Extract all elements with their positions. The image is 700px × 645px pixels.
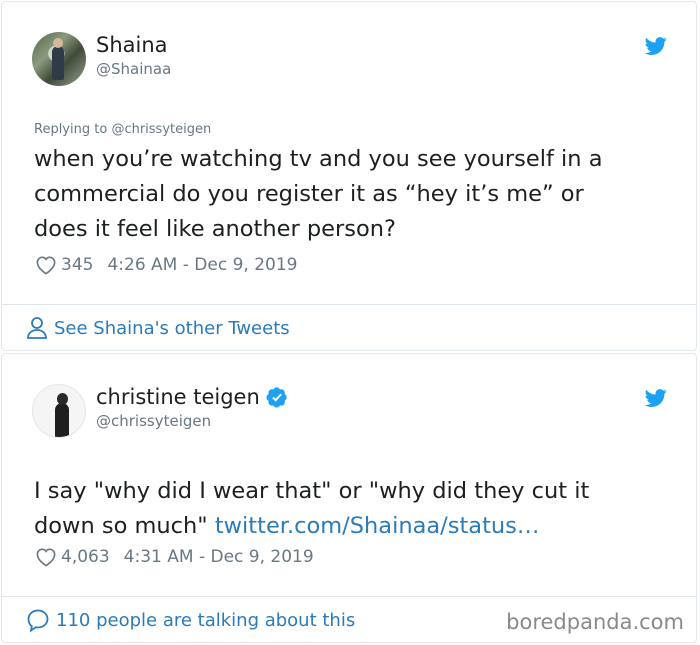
footer-link-label: See Shaina's other Tweets <box>54 317 290 339</box>
heart-icon[interactable] <box>35 255 57 275</box>
timestamp[interactable]: 4:26 AM - Dec 9, 2019 <box>107 255 297 275</box>
speech-bubble-icon <box>27 609 49 632</box>
author-handle[interactable]: @chrissyteigen <box>96 412 211 430</box>
author-handle[interactable]: @Shainaa <box>96 60 171 78</box>
replying-prefix: Replying to <box>34 122 108 137</box>
tweet-text: I say "why did I wear that" or "why did … <box>34 474 589 544</box>
tweet-link[interactable]: twitter.com/Shainaa/status… <box>215 513 540 539</box>
replying-to: Replying to @chrissyteigen <box>34 122 211 137</box>
tweet-card-chrissy: christine teigen @chrissyteigen I say "w… <box>1 353 697 643</box>
tweet-text-line: when you’re watching tv and you see your… <box>34 146 603 172</box>
timestamp[interactable]: 4:31 AM - Dec 9, 2019 <box>124 547 314 567</box>
tweet-meta: 4,063 4:31 AM - Dec 9, 2019 <box>35 547 314 567</box>
like-count[interactable]: 4,063 <box>61 547 110 567</box>
person-icon <box>27 317 47 339</box>
conversation-link[interactable]: 110 people are talking about this <box>26 608 355 632</box>
divider <box>2 304 696 305</box>
verified-badge-icon <box>266 387 287 408</box>
avatar[interactable] <box>32 384 86 438</box>
heart-icon[interactable] <box>35 547 57 567</box>
replying-handle[interactable]: @chrissyteigen <box>111 122 211 137</box>
tweet-text-line: I say "why did I wear that" or "why did … <box>34 478 590 504</box>
author-name[interactable]: christine teigen <box>96 385 288 409</box>
tweet-text-line: down so much" twitter.com/Shainaa/status… <box>34 509 589 544</box>
tweet-text-line: does it feel like another person? <box>34 216 396 242</box>
tweet-meta: 345 4:26 AM - Dec 9, 2019 <box>35 255 297 275</box>
twitter-bird-icon[interactable] <box>643 35 669 57</box>
tweet-text: when you’re watching tv and you see your… <box>34 142 603 247</box>
tweet-text-segment: down so much" <box>34 513 215 539</box>
author-name-text: christine teigen <box>96 385 260 409</box>
footer-link-label: 110 people are talking about this <box>56 609 356 631</box>
author-name[interactable]: Shaina <box>96 33 168 57</box>
twitter-bird-icon[interactable] <box>643 387 669 409</box>
see-other-tweets-link[interactable]: See Shaina's other Tweets <box>26 316 290 340</box>
like-count[interactable]: 345 <box>61 255 93 275</box>
avatar[interactable] <box>32 32 86 86</box>
tweet-card-shaina: Shaina @Shainaa Replying to @chrissyteig… <box>1 1 697 351</box>
divider <box>2 596 696 597</box>
watermark: boredpanda.com <box>506 610 684 634</box>
tweet-text-line: commercial do you register it as “hey it… <box>34 181 584 207</box>
